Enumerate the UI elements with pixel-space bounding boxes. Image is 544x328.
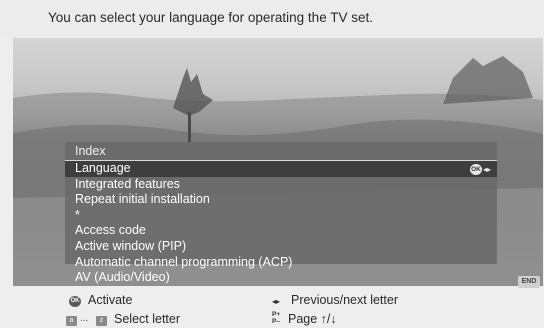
menu-item-repeat-initial-installation[interactable]: Repeat initial installation (65, 192, 497, 208)
menu-item-label: Integrated features (75, 176, 180, 191)
activate-label: Activate (88, 293, 133, 307)
select-letter-label: Select letter (114, 312, 181, 326)
menu-item-active-window[interactable]: Active window (PIP) (65, 239, 497, 255)
menu-item-av[interactable]: AV (Audio/Video) (65, 270, 497, 286)
menu-item-label: Access code (75, 223, 146, 238)
description-text: You can select your language for operati… (48, 10, 373, 25)
key-range-separator: ... (80, 313, 89, 324)
menu-item-language[interactable]: Language OK ◂▸ (65, 161, 497, 177)
a-key-icon: a (66, 316, 77, 326)
menu-title: Index (65, 142, 497, 161)
menu-item-label: Active window (PIP) (75, 238, 187, 253)
ok-navigate-icon: OK ◂▸ (469, 163, 491, 175)
description-bar: You can select your language for operati… (0, 0, 544, 38)
menu-item-asterisk[interactable]: * (65, 208, 497, 224)
index-menu: Index Language OK ◂▸ Integrated features… (65, 142, 497, 284)
left-right-arrows-icon: ◂▸ (272, 297, 281, 306)
menu-item-integrated-features[interactable]: Integrated features (65, 177, 497, 193)
menu-item-acp[interactable]: Automatic channel programming (ACP) (65, 255, 497, 271)
end-button[interactable]: END (518, 276, 540, 288)
menu-item-label: * (75, 207, 80, 222)
z-key-icon: z (96, 316, 107, 326)
menu-item-label: AV (Audio/Video) (75, 270, 170, 285)
menu-item-label: Repeat initial installation (75, 192, 210, 207)
menu-item-label: Automatic channel programming (ACP) (75, 254, 293, 269)
tv-screen: Index Language OK ◂▸ Integrated features… (13, 38, 543, 286)
menu-item-access-code[interactable]: Access code (65, 223, 497, 239)
p-minus-key-icon: P– (272, 318, 280, 325)
menu-item-label: Language (75, 161, 131, 175)
ok-key-icon: OK (69, 296, 81, 307)
prev-next-label: Previous/next letter (291, 293, 398, 307)
page-label: Page ↑/↓ (288, 312, 337, 326)
